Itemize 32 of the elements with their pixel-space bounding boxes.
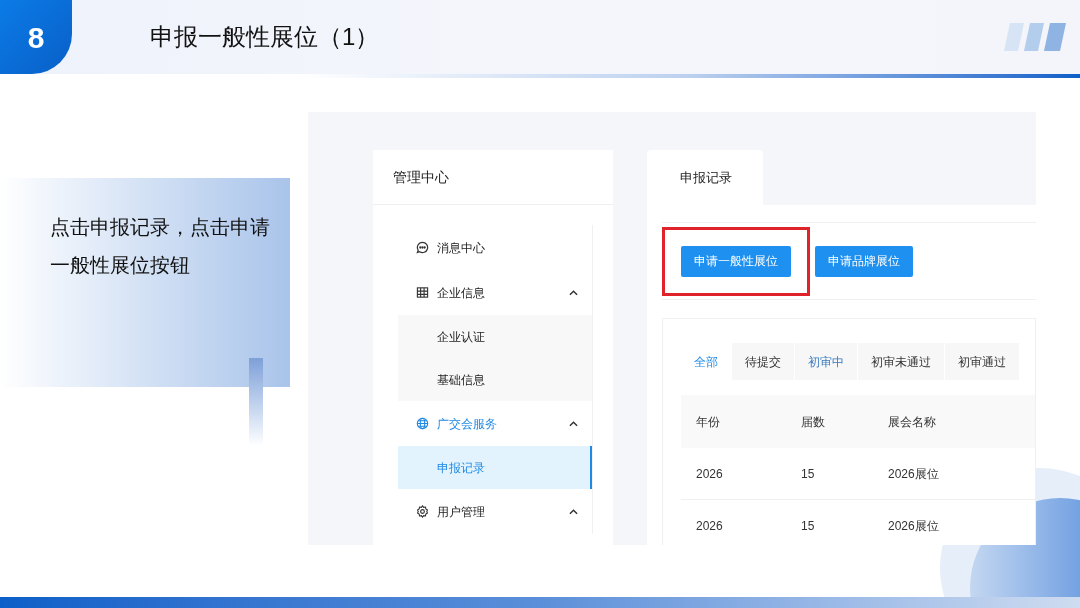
settings-icon	[416, 505, 429, 518]
status-tab[interactable]: 初审中	[795, 343, 858, 380]
status-tab[interactable]: 待提交	[732, 343, 795, 380]
chevron-icon	[569, 420, 578, 427]
column-header: 展会名称	[887, 413, 937, 431]
menu-item[interactable]: 广交会服务	[398, 401, 592, 446]
menu-item[interactable]: 企业信息	[398, 270, 592, 315]
column-header: 届数	[800, 413, 826, 431]
table-cell-text: 15	[800, 517, 816, 535]
column-header: 年份	[695, 413, 721, 431]
chevron-icon	[569, 508, 578, 515]
status-tab[interactable]: 初审通过	[945, 343, 1020, 380]
slide-title: 申报一般性展位（1）	[150, 22, 380, 52]
menu-item[interactable]: 消息中心	[398, 225, 592, 270]
table-cell-text: 2026展位	[887, 517, 940, 535]
instruction-text: 点击申报记录，点击申请一般性展位按钮	[50, 215, 271, 278]
chat-bubble-icon	[416, 241, 429, 254]
slide-number: 8	[0, 0, 72, 74]
globe-icon	[416, 417, 429, 430]
sidebar-title: 管理中心	[393, 167, 449, 187]
table-cell-text: 2026	[695, 517, 724, 535]
table-cell-text: 2026	[695, 465, 724, 483]
table-cell-text: 2026展位	[887, 465, 940, 483]
status-tab[interactable]: 初审未通过	[858, 343, 945, 380]
menu-item[interactable]: 用户管理	[398, 489, 592, 534]
submenu-item[interactable]: 企业认证	[398, 315, 592, 358]
stripes-icon	[1004, 23, 1066, 51]
table-cell-text: 15	[800, 465, 816, 483]
submenu-item[interactable]: 基础信息	[398, 358, 592, 401]
grid-icon	[416, 286, 429, 299]
page-tab[interactable]: 申报记录	[647, 150, 763, 205]
chevron-icon	[569, 289, 578, 296]
